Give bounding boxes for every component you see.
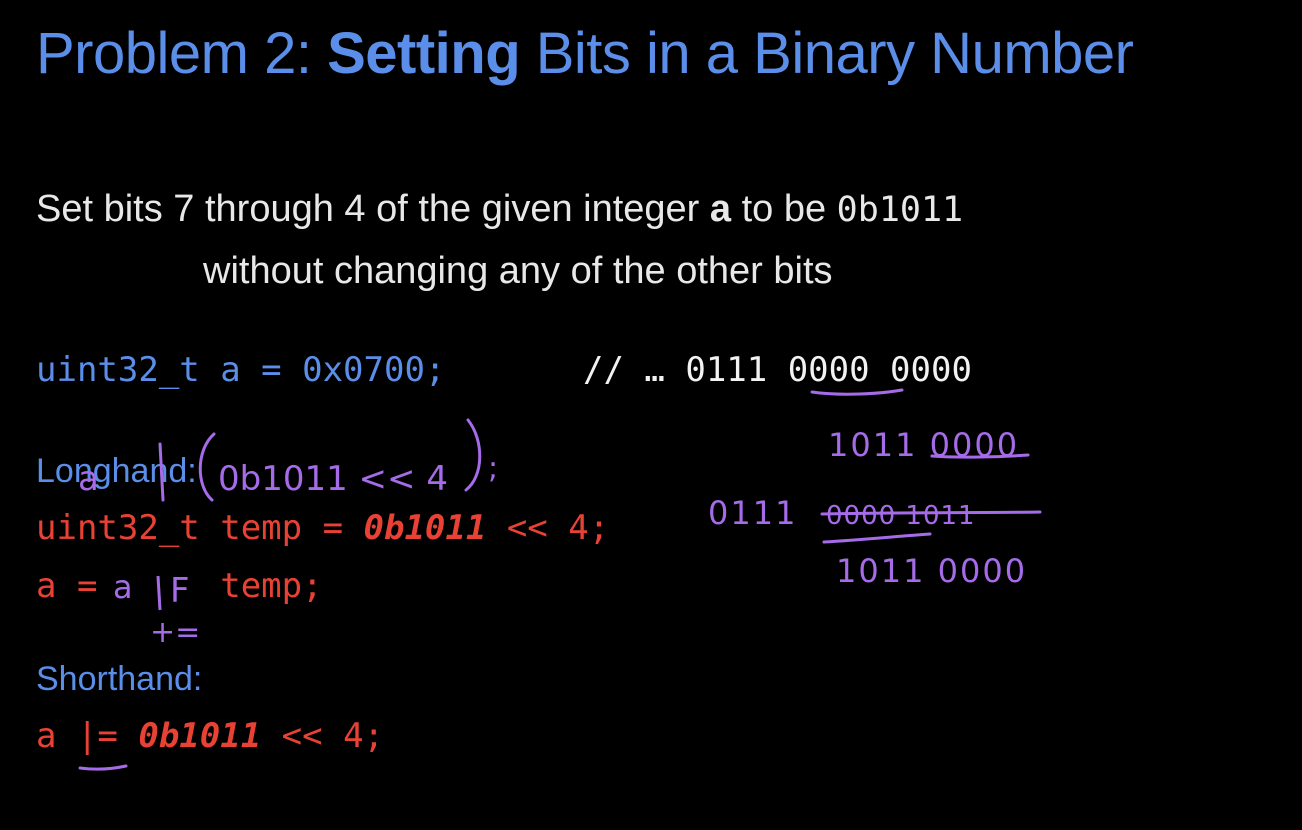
- comment-underline: [810, 388, 904, 396]
- ink-open-paren: [198, 432, 216, 502]
- ink-bits-row2-left: 0111: [708, 494, 797, 532]
- ink-a: a: [78, 459, 99, 499]
- ink-bits-row3: 1011 0000: [836, 552, 1027, 590]
- ink-plus-eq: +=: [150, 615, 200, 650]
- row2-separator: [822, 532, 932, 544]
- ink-a-or: a: [113, 568, 133, 606]
- ink-shift-expr: 0b1011 << 4: [218, 459, 448, 499]
- ink-close-paren: [464, 418, 482, 492]
- ink-pipe: [158, 442, 165, 502]
- or-eq-underline: [78, 764, 128, 771]
- ink-bits-row1: 1011 0000: [828, 426, 1019, 464]
- handwritten-annotations: a 0b1011 << 4 ; a F += 1011 0000 0111 00…: [78, 388, 1042, 771]
- ink-or-bar: [156, 575, 162, 611]
- ink-bits-row2-strike: 0000 1011: [826, 501, 976, 531]
- ink-or-f: F: [170, 571, 190, 611]
- ink-semicolon: ;: [488, 451, 498, 486]
